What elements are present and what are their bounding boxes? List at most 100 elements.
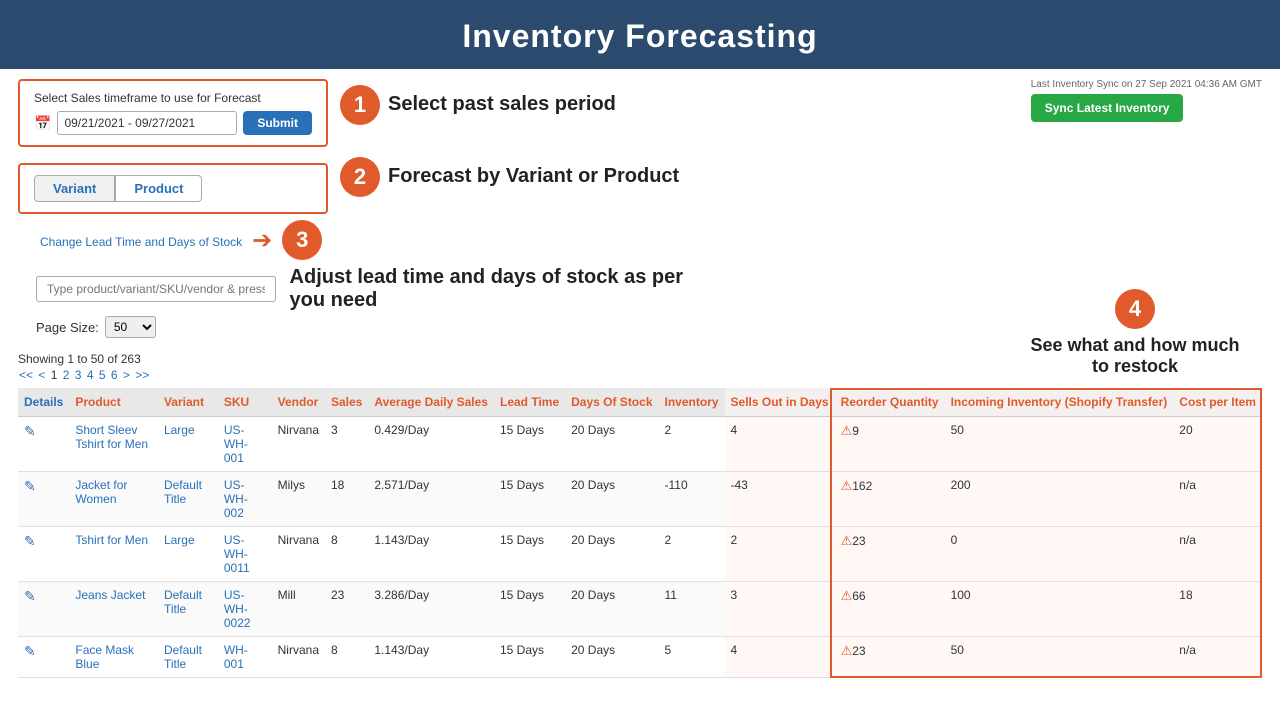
cell-sells-out: 4 [725, 637, 835, 678]
showing-text: Showing 1 to 50 of 263 [18, 352, 1262, 366]
cell-days-stock: 20 Days [565, 637, 658, 678]
cell-cost: n/a [1173, 472, 1262, 527]
cell-incoming: 200 [945, 472, 1174, 527]
cell-incoming: 0 [945, 527, 1174, 582]
change-lead-link[interactable]: Change Lead Time and Days of Stock [40, 235, 242, 249]
cell-sales: 23 [325, 582, 368, 637]
cell-sells-out: 3 [725, 582, 835, 637]
error-icon: ⚠ [841, 423, 853, 438]
cell-vendor: Nirvana [272, 527, 325, 582]
col-inventory: Inventory [659, 388, 725, 417]
cell-variant: Large [158, 527, 218, 582]
cell-reorder: ⚠162 [835, 472, 945, 527]
sync-button[interactable]: Sync Latest Inventory [1031, 94, 1184, 122]
cell-reorder: ⚠23 [835, 637, 945, 678]
cell-days-stock: 20 Days [565, 527, 658, 582]
cell-chart-icon[interactable]: ✎ [18, 527, 69, 582]
cell-chart-icon[interactable]: ✎ [18, 582, 69, 637]
cell-sku: US-WH-0011 [218, 527, 272, 582]
cell-sku: US-WH-001 [218, 417, 272, 472]
cell-reorder: ⚠9 [835, 417, 945, 472]
sync-note: Last Inventory Sync on 27 Sep 2021 04:36… [1031, 79, 1262, 90]
submit-button[interactable]: Submit [243, 111, 312, 135]
page-header: Inventory Forecasting [0, 0, 1280, 69]
bar-chart-icon: ✎ [24, 533, 36, 549]
cell-product: Short Sleev Tshirt for Men [69, 417, 158, 472]
step1-circle: 1 [340, 85, 380, 125]
cell-variant: Default Title [158, 582, 218, 637]
col-days-stock: Days Of Stock [565, 388, 658, 417]
filter-input[interactable] [36, 276, 276, 302]
cell-lead-time: 15 Days [494, 582, 565, 637]
cell-vendor: Mill [272, 582, 325, 637]
cell-product: Jacket for Women [69, 472, 158, 527]
sku-link[interactable]: WH-001 [224, 643, 248, 671]
cell-vendor: Nirvana [272, 417, 325, 472]
cell-reorder: ⚠66 [835, 582, 945, 637]
variant-tab[interactable]: Variant [34, 175, 115, 202]
cell-reorder: ⚠23 [835, 527, 945, 582]
page-size-select[interactable]: 50 100 200 [105, 316, 156, 338]
table-row: ✎ Jacket for Women Default Title US-WH-0… [18, 472, 1262, 527]
sku-link[interactable]: US-WH-001 [224, 423, 248, 465]
cell-avg-daily: 3.286/Day [368, 582, 494, 637]
product-link[interactable]: Jeans Jacket [75, 588, 145, 602]
cell-sells-out: 2 [725, 527, 835, 582]
step2-annotation: Forecast by Variant or Product [388, 157, 679, 188]
col-sales: Sales [325, 388, 368, 417]
product-link[interactable]: Tshirt for Men [75, 533, 148, 547]
sales-timeframe-label: Select Sales timeframe to use for Foreca… [34, 91, 312, 105]
sku-link[interactable]: US-WH-0011 [224, 533, 250, 575]
cell-cost: n/a [1173, 527, 1262, 582]
cell-chart-icon[interactable]: ✎ [18, 417, 69, 472]
pagination[interactable]: << < 1 2 3 4 5 6 > >> [18, 368, 1262, 382]
cell-cost: 18 [1173, 582, 1262, 637]
cell-lead-time: 15 Days [494, 417, 565, 472]
page-title: Inventory Forecasting [462, 18, 817, 54]
page-size-label: Page Size: [36, 320, 99, 335]
cell-chart-icon[interactable]: ✎ [18, 637, 69, 678]
cell-days-stock: 20 Days [565, 582, 658, 637]
product-link[interactable]: Face Mask Blue [75, 643, 134, 671]
cell-lead-time: 15 Days [494, 637, 565, 678]
cell-lead-time: 15 Days [494, 472, 565, 527]
cell-sales: 18 [325, 472, 368, 527]
col-lead-time: Lead Time [494, 388, 565, 417]
col-product: Product [69, 388, 158, 417]
col-vendor: Vendor [272, 388, 325, 417]
date-range-input[interactable] [57, 111, 237, 135]
sku-link[interactable]: US-WH-0022 [224, 588, 251, 630]
variant-link[interactable]: Large [164, 533, 195, 547]
variant-link[interactable]: Default Title [164, 588, 202, 616]
cell-sku: WH-001 [218, 637, 272, 678]
product-tab[interactable]: Product [115, 175, 202, 202]
cell-vendor: Milys [272, 472, 325, 527]
sku-link[interactable]: US-WH-002 [224, 478, 248, 520]
cell-sales: 3 [325, 417, 368, 472]
cell-variant: Large [158, 417, 218, 472]
col-cost: Cost per Item [1173, 388, 1262, 417]
cell-vendor: Nirvana [272, 637, 325, 678]
cell-days-stock: 20 Days [565, 472, 658, 527]
variant-link[interactable]: Default Title [164, 478, 202, 506]
sync-area: Last Inventory Sync on 27 Sep 2021 04:36… [1031, 79, 1262, 122]
variant-product-box: Variant Product [18, 163, 328, 214]
cell-chart-icon[interactable]: ✎ [18, 472, 69, 527]
cell-inventory: 2 [659, 417, 725, 472]
bar-chart-icon: ✎ [24, 588, 36, 604]
cell-avg-daily: 0.429/Day [368, 417, 494, 472]
variant-link[interactable]: Default Title [164, 643, 202, 671]
product-link[interactable]: Short Sleev Tshirt for Men [75, 423, 148, 451]
cell-inventory: 11 [659, 582, 725, 637]
step3-circle: 3 [282, 220, 322, 260]
variant-link[interactable]: Large [164, 423, 195, 437]
cell-avg-daily: 1.143/Day [368, 527, 494, 582]
product-link[interactable]: Jacket for Women [75, 478, 127, 506]
cell-sales: 8 [325, 637, 368, 678]
step4-circle: 4 [1115, 289, 1155, 329]
cell-days-stock: 20 Days [565, 417, 658, 472]
cell-sku: US-WH-0022 [218, 582, 272, 637]
col-sells-out: Sells Out in Days [725, 388, 835, 417]
cell-sells-out: -43 [725, 472, 835, 527]
error-icon: ⚠ [841, 478, 853, 493]
